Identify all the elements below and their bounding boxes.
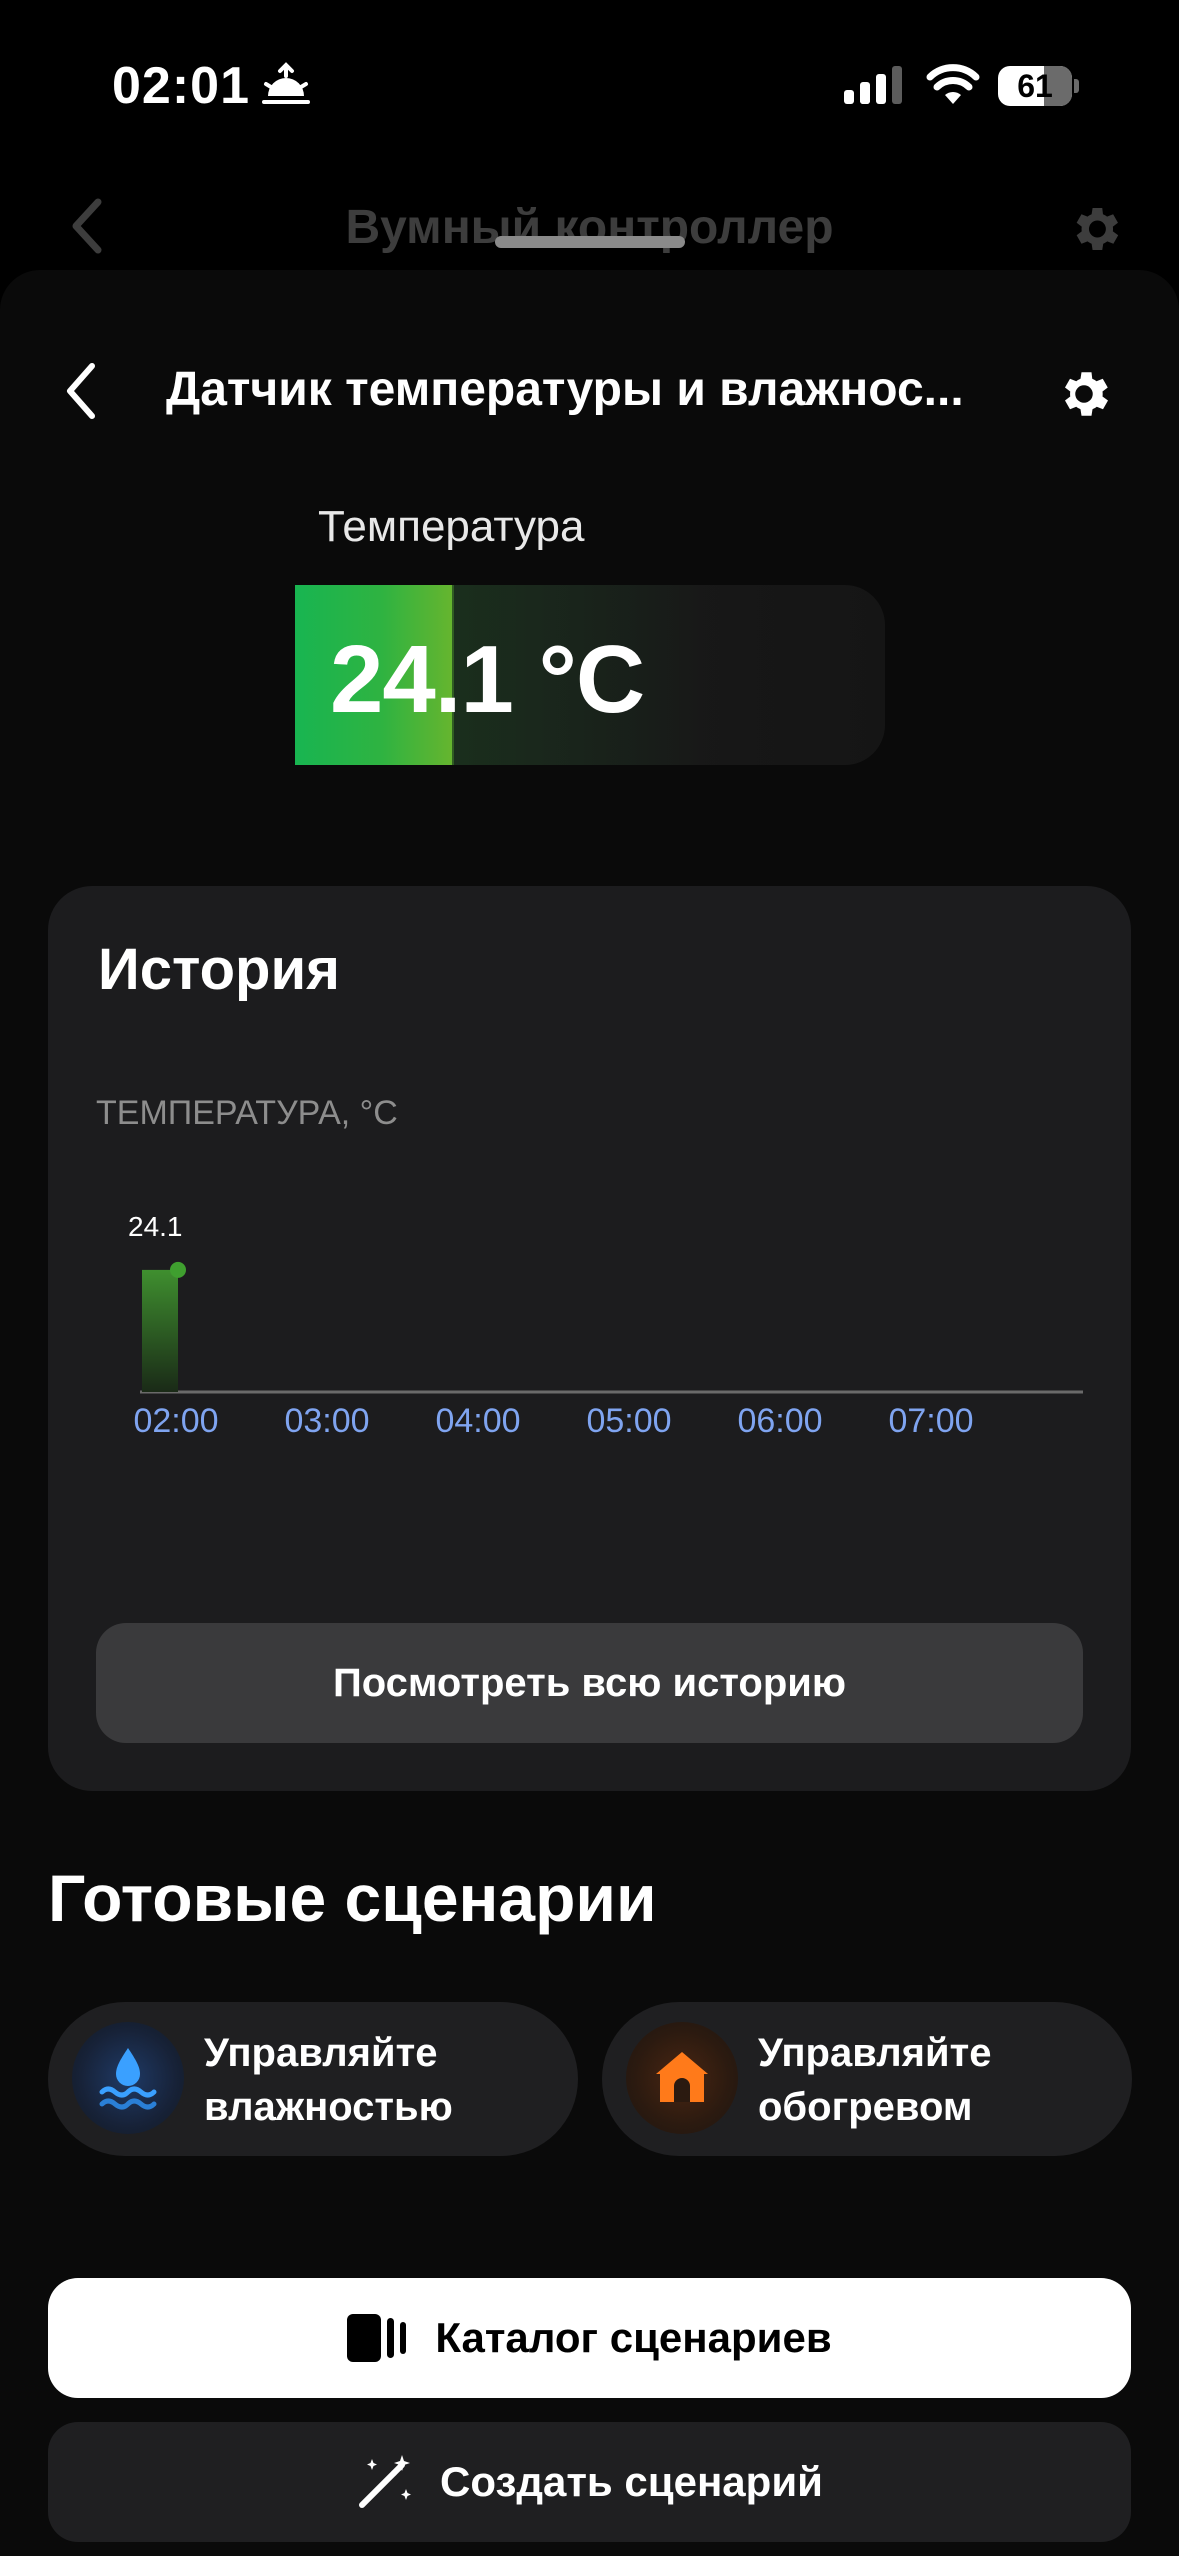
chart-bar bbox=[142, 1269, 178, 1392]
scenario-heating-card[interactable]: Управляйте обогревом bbox=[602, 2002, 1132, 2156]
x-tick-label: 06:00 bbox=[737, 1402, 822, 1440]
chart-point bbox=[170, 1261, 186, 1278]
temperature-history-chart: 02:00 24.1 03:00 04:00 05:00 06:00 07:00 bbox=[128, 1216, 1083, 1440]
create-scenario-button[interactable]: Создать сценарий bbox=[48, 2422, 1131, 2542]
temperature-label: Температура bbox=[318, 502, 585, 551]
background-gear-icon bbox=[1066, 200, 1124, 263]
sheet-grabber[interactable] bbox=[495, 236, 685, 248]
scenario-catalog-button[interactable]: Каталог сценариев bbox=[48, 2278, 1131, 2398]
chart-data-label: 24.1 bbox=[128, 1216, 183, 1242]
cellular-signal-icon bbox=[844, 66, 906, 111]
x-tick-label: 04:00 bbox=[435, 1402, 520, 1440]
catalog-cards-icon bbox=[347, 2312, 409, 2364]
create-scenario-label: Создать сценарий bbox=[440, 2458, 823, 2505]
x-tick-label: 05:00 bbox=[586, 1402, 671, 1440]
scenario-heating-label: Управляйте обогревом bbox=[758, 2031, 992, 2129]
chart-y-label: ТЕМПЕРАТУРА, °C bbox=[96, 1094, 398, 1132]
scenarios-title: Готовые сценарии bbox=[48, 1861, 657, 1935]
x-tick-label: 02:00 bbox=[133, 1402, 218, 1440]
history-card: История ТЕМПЕРАТУРА, °C 02:00 24.1 03:00 04… bbox=[48, 886, 1131, 1791]
x-tick-label: 03:00 bbox=[284, 1402, 369, 1440]
battery-level: 61 bbox=[1017, 68, 1053, 104]
battery-icon: 61 bbox=[998, 66, 1079, 106]
status-time: 02:01 bbox=[112, 57, 250, 115]
temperature-value: 24.1 °C bbox=[330, 626, 645, 733]
water-drop-icon bbox=[72, 2022, 184, 2134]
house-heat-icon bbox=[626, 2022, 738, 2134]
sunrise-icon bbox=[258, 62, 314, 115]
status-bar: 02:01 61 bbox=[0, 0, 1179, 170]
view-all-history-button[interactable]: Посмотреть всю историю bbox=[96, 1623, 1083, 1743]
scenario-humidity-card[interactable]: Управляйте влажностью bbox=[48, 2002, 578, 2156]
scenario-catalog-label: Каталог сценариев bbox=[435, 2314, 832, 2361]
scenario-humidity-label: Управляйте влажностью bbox=[204, 2031, 453, 2129]
history-title: История bbox=[98, 937, 340, 1002]
wifi-icon bbox=[926, 64, 980, 111]
page-title: Датчик температуры и влажнос... bbox=[166, 363, 964, 416]
back-button[interactable] bbox=[60, 358, 100, 429]
magic-wand-icon bbox=[356, 2453, 414, 2511]
temperature-indicator: 24.1 °C bbox=[295, 585, 885, 765]
x-tick-label: 07:00 bbox=[888, 1402, 973, 1440]
settings-gear-icon[interactable] bbox=[1054, 364, 1114, 429]
